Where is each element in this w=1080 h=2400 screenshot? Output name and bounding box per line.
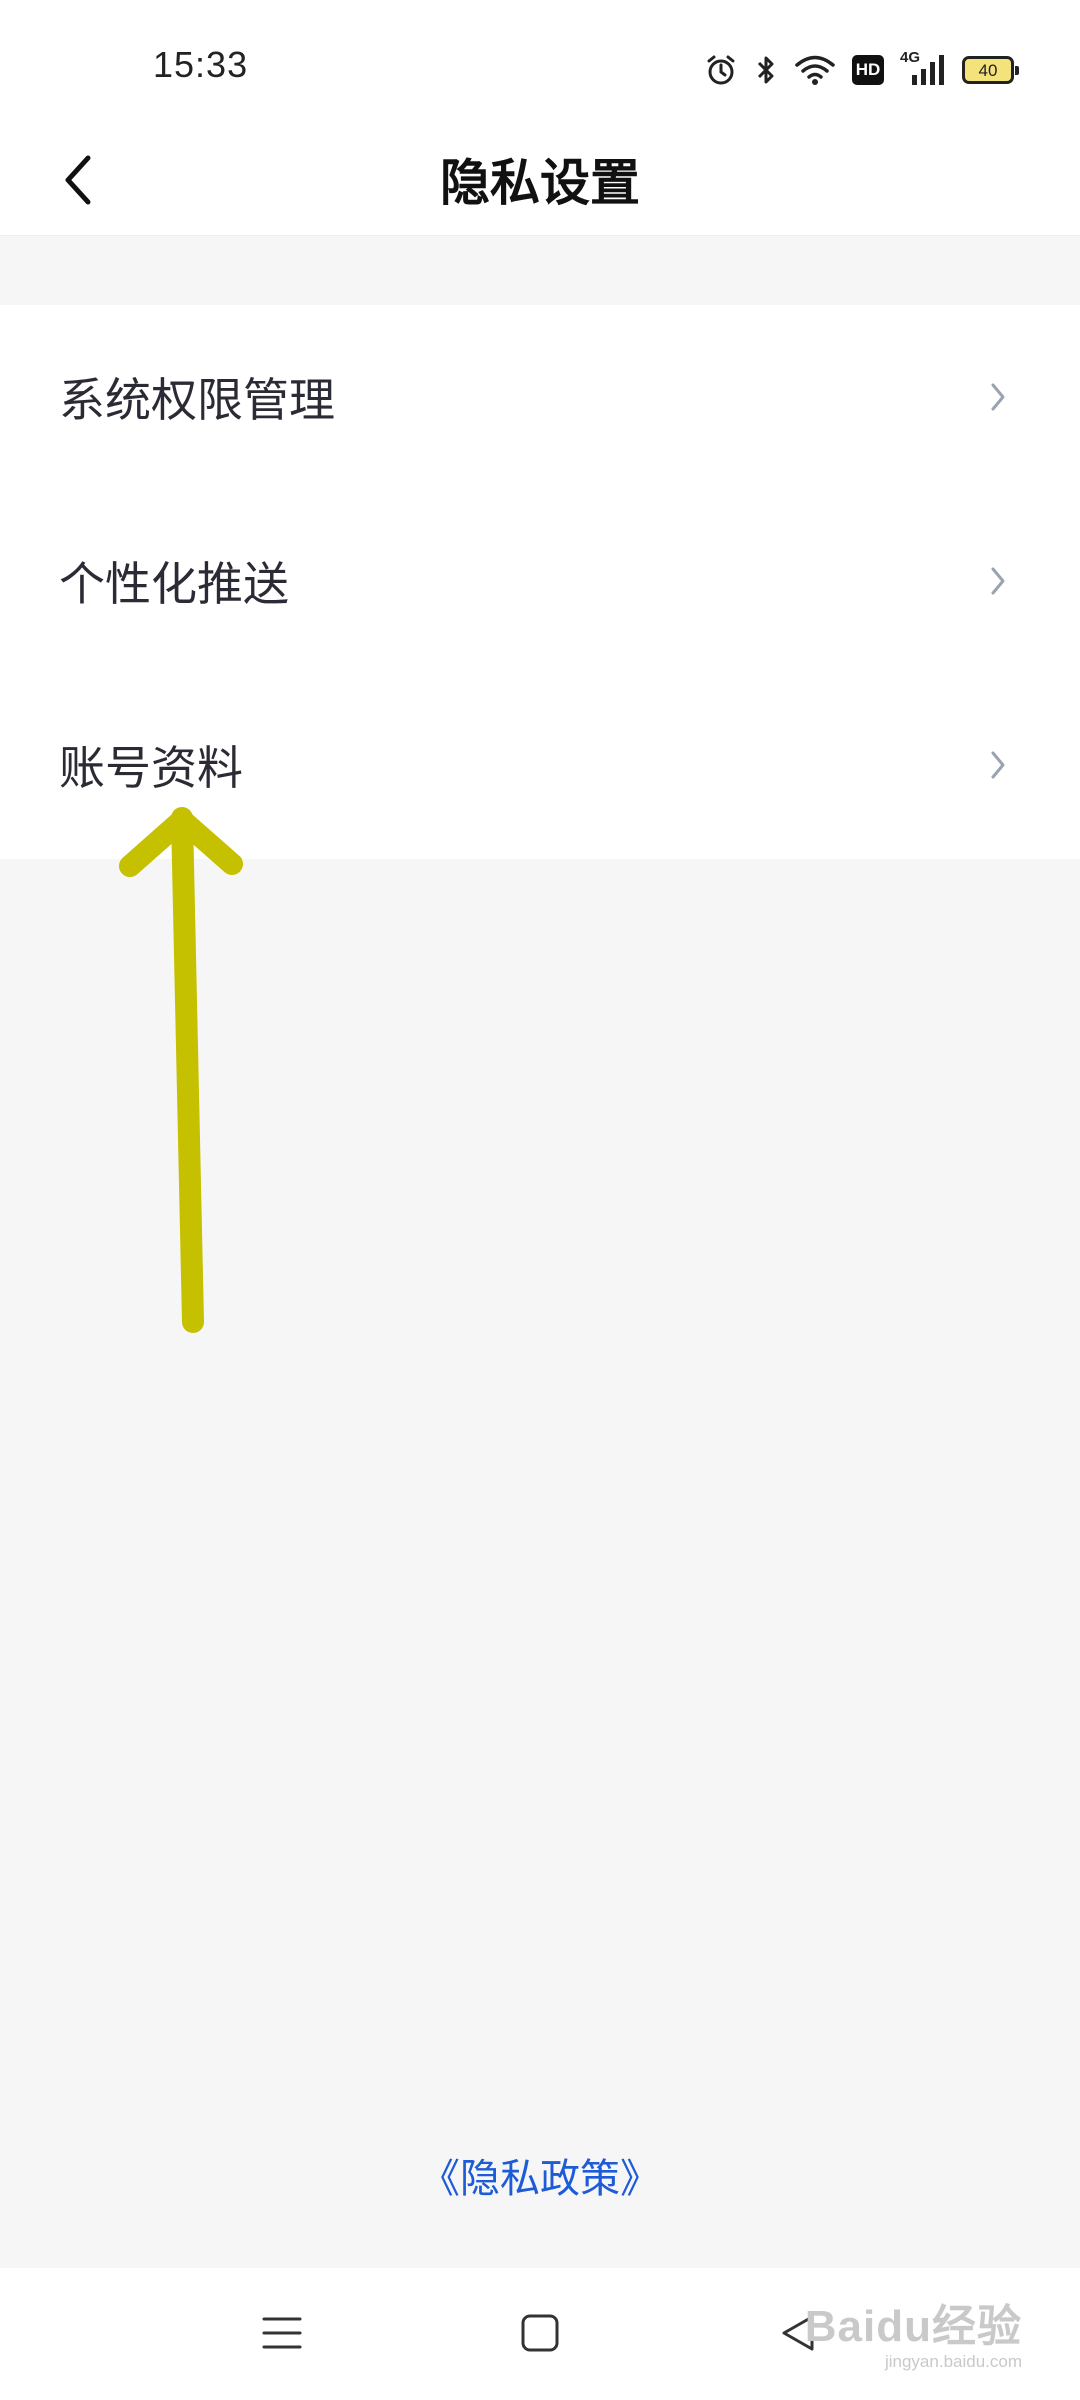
chevron-right-icon (991, 383, 1005, 411)
menu-item-label: 个性化推送 (59, 557, 289, 611)
page-title: 隐私设置 (440, 154, 640, 212)
menu-item-system-permissions[interactable]: 系统权限管理 (0, 305, 1080, 489)
menu-lines-icon (262, 2317, 302, 2349)
signal-4g-icon: 4G (900, 49, 946, 87)
chevron-right-icon (991, 567, 1005, 595)
settings-list: 系统权限管理 个性化推送 账号资料 (0, 305, 1080, 859)
watermark-main: Baidu经验 (804, 2302, 1022, 2351)
battery-icon: 40 (962, 56, 1019, 84)
home-button[interactable] (500, 2298, 580, 2368)
menu-item-label: 账号资料 (59, 741, 243, 795)
watermark-sub: jingyan.baidu.com (884, 2352, 1022, 2371)
hd-icon: HD (852, 55, 884, 85)
menu-item-label: 系统权限管理 (59, 373, 335, 427)
status-icons: HD 4G 40 (704, 49, 1019, 90)
chevron-right-icon (991, 751, 1005, 779)
alarm-icon (707, 55, 735, 85)
status-bar: 15:33 HD 4G 40 (0, 0, 1080, 130)
menu-button[interactable] (242, 2298, 322, 2368)
battery-level: 40 (978, 60, 998, 80)
bluetooth-icon (757, 56, 774, 84)
square-home-icon (521, 2314, 559, 2352)
menu-item-personalized-push[interactable]: 个性化推送 (0, 489, 1080, 673)
status-time: 15:33 (153, 44, 249, 85)
nav-header: 隐私设置 (0, 130, 1080, 236)
privacy-policy-link[interactable]: 《隐私政策》 (0, 2146, 1080, 2204)
wifi-icon (795, 55, 835, 85)
annotation-arrow-icon (119, 807, 243, 1333)
baidu-watermark: Baidu经验 jingyan.baidu.com (805, 2290, 1022, 2372)
